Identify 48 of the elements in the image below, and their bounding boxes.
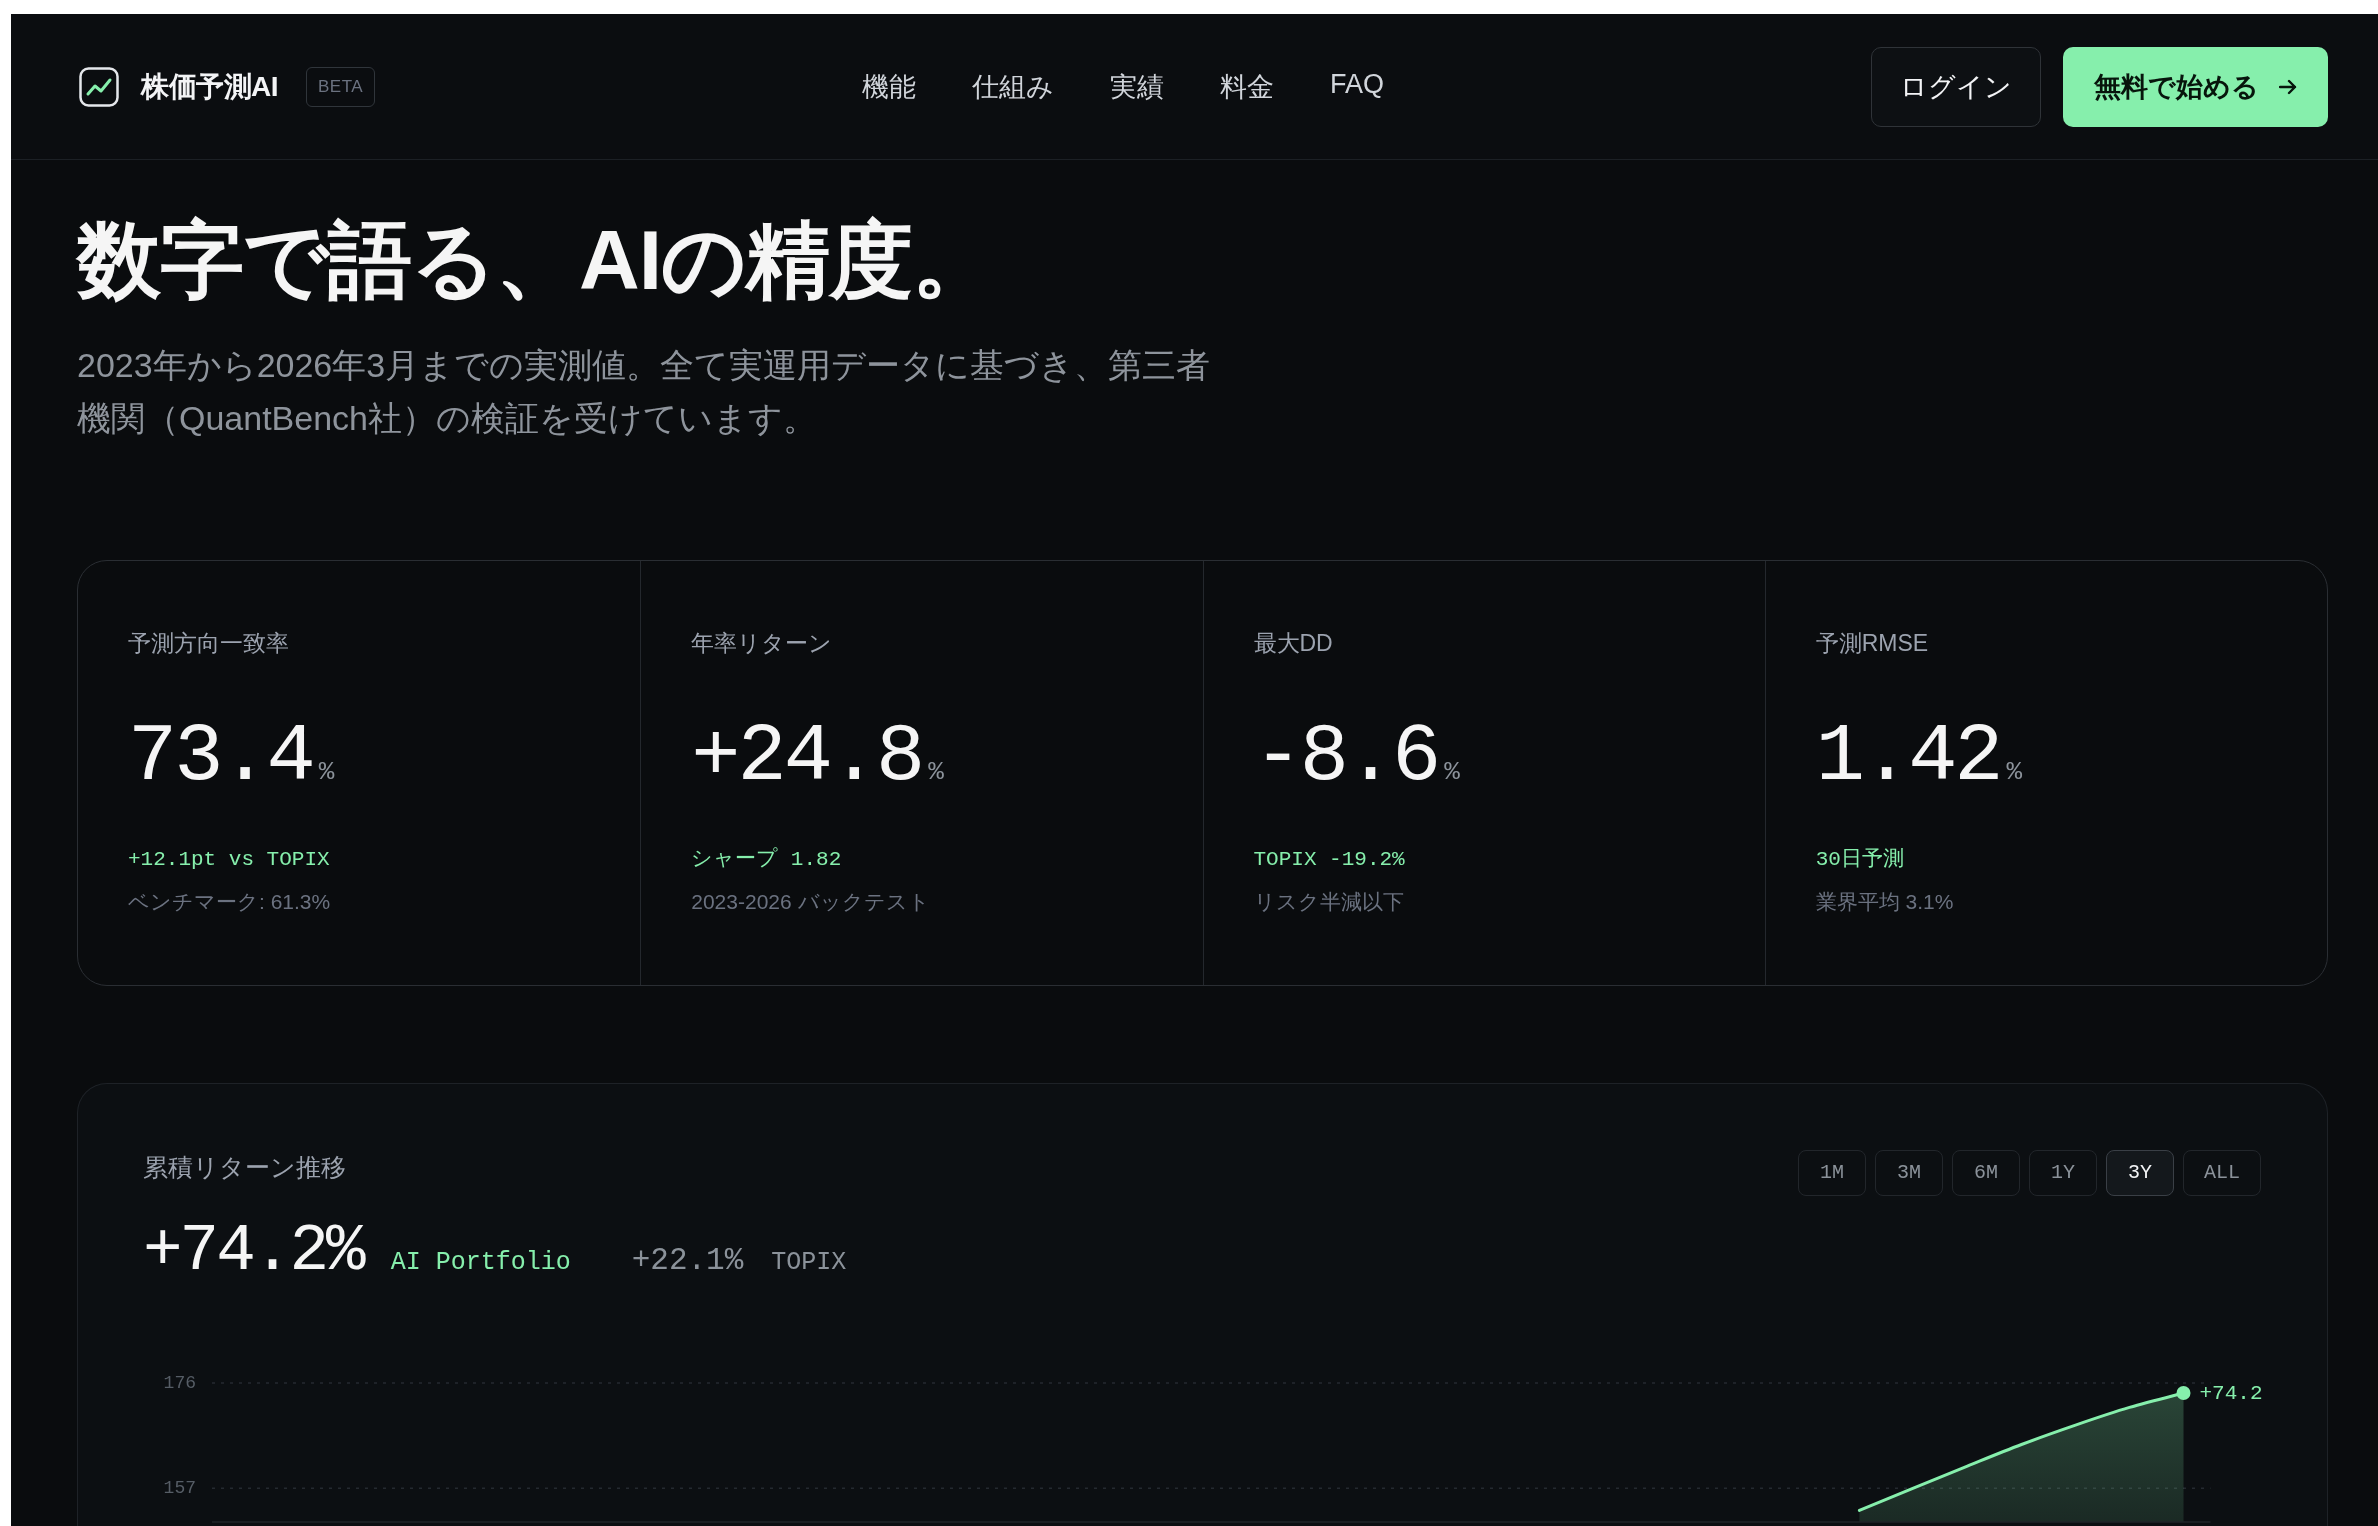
nav-link[interactable]: 仕組み — [972, 68, 1055, 105]
end-point-marker — [2176, 1385, 2191, 1400]
signup-button[interactable]: 無料で始める — [2063, 46, 2328, 127]
stat-highlight: シャープ 1.82 — [691, 846, 842, 873]
stat-unit: % — [318, 756, 335, 787]
range-button[interactable]: 1M — [1798, 1149, 1866, 1196]
page-lead: 2023年から2026年3月までの実測値。全て実運用データに基づき、第三者機関（QuantBench社）の検証を受けています。 — [77, 344, 1212, 439]
stat-value: +24.8 — [691, 716, 923, 799]
range-button[interactable]: 6M — [1952, 1149, 2020, 1196]
stat-highlight: TOPIX -19.2% — [1253, 846, 1405, 873]
stat-note: リスク半減以下 — [1253, 888, 1404, 915]
login-button[interactable]: ログイン — [1871, 46, 2041, 127]
nav-link[interactable]: 料金 — [1220, 68, 1275, 105]
benchmark-return: +22.1% — [631, 1242, 744, 1278]
range-button[interactable]: ALL — [2183, 1149, 2261, 1196]
y-axis-label: 176 — [163, 1372, 196, 1393]
portfolio-return: +74.2% — [143, 1218, 363, 1285]
stat-unit: % — [928, 756, 944, 787]
stat-highlight: +12.1pt vs TOPIX — [128, 846, 330, 873]
nav-link[interactable]: 実績 — [1110, 68, 1165, 105]
stat-value: -8.6 — [1253, 716, 1439, 799]
stat-label: 予測RMSE — [1815, 628, 1929, 658]
range-button[interactable]: 3Y — [2106, 1149, 2174, 1196]
range-button[interactable]: 3M — [1875, 1149, 1943, 1196]
stat-note: 2023-2026 バックテスト — [691, 888, 930, 915]
stat-label: 予測方向一致率 — [128, 628, 289, 658]
nav-link[interactable]: 機能 — [862, 68, 917, 105]
benchmark-label: TOPIX — [771, 1247, 847, 1277]
stat-value: 73.4 — [128, 716, 313, 799]
stat-unit: % — [1444, 756, 1460, 787]
portfolio-label: AI Portfolio — [390, 1247, 571, 1277]
chart-title: 累積リターン推移 — [143, 1151, 346, 1183]
stat-label: 年率リターン — [691, 628, 833, 658]
page-heading: 数字で語る、AIの精度。 — [77, 212, 995, 309]
stat-highlight: 30日予測 — [1815, 846, 1904, 873]
stat-label: 最大DD — [1253, 628, 1333, 658]
arrow-right-icon — [2279, 78, 2297, 95]
y-axis-label: 157 — [163, 1477, 196, 1498]
stat-value: 1.42 — [1815, 716, 2001, 799]
range-button[interactable]: 1Y — [2029, 1149, 2097, 1196]
beta-badge: BETA — [306, 66, 376, 107]
stat-unit: % — [2006, 756, 2023, 787]
logo-icon — [79, 66, 119, 107]
brand-name: 株価予測AI — [141, 69, 278, 104]
stat-note: ベンチマーク: 61.3% — [128, 888, 331, 915]
stat-note: 業界平均 3.1% — [1815, 888, 1954, 915]
end-value-label: +74.2 — [2199, 1381, 2263, 1405]
nav-link[interactable]: FAQ — [1330, 68, 1385, 105]
